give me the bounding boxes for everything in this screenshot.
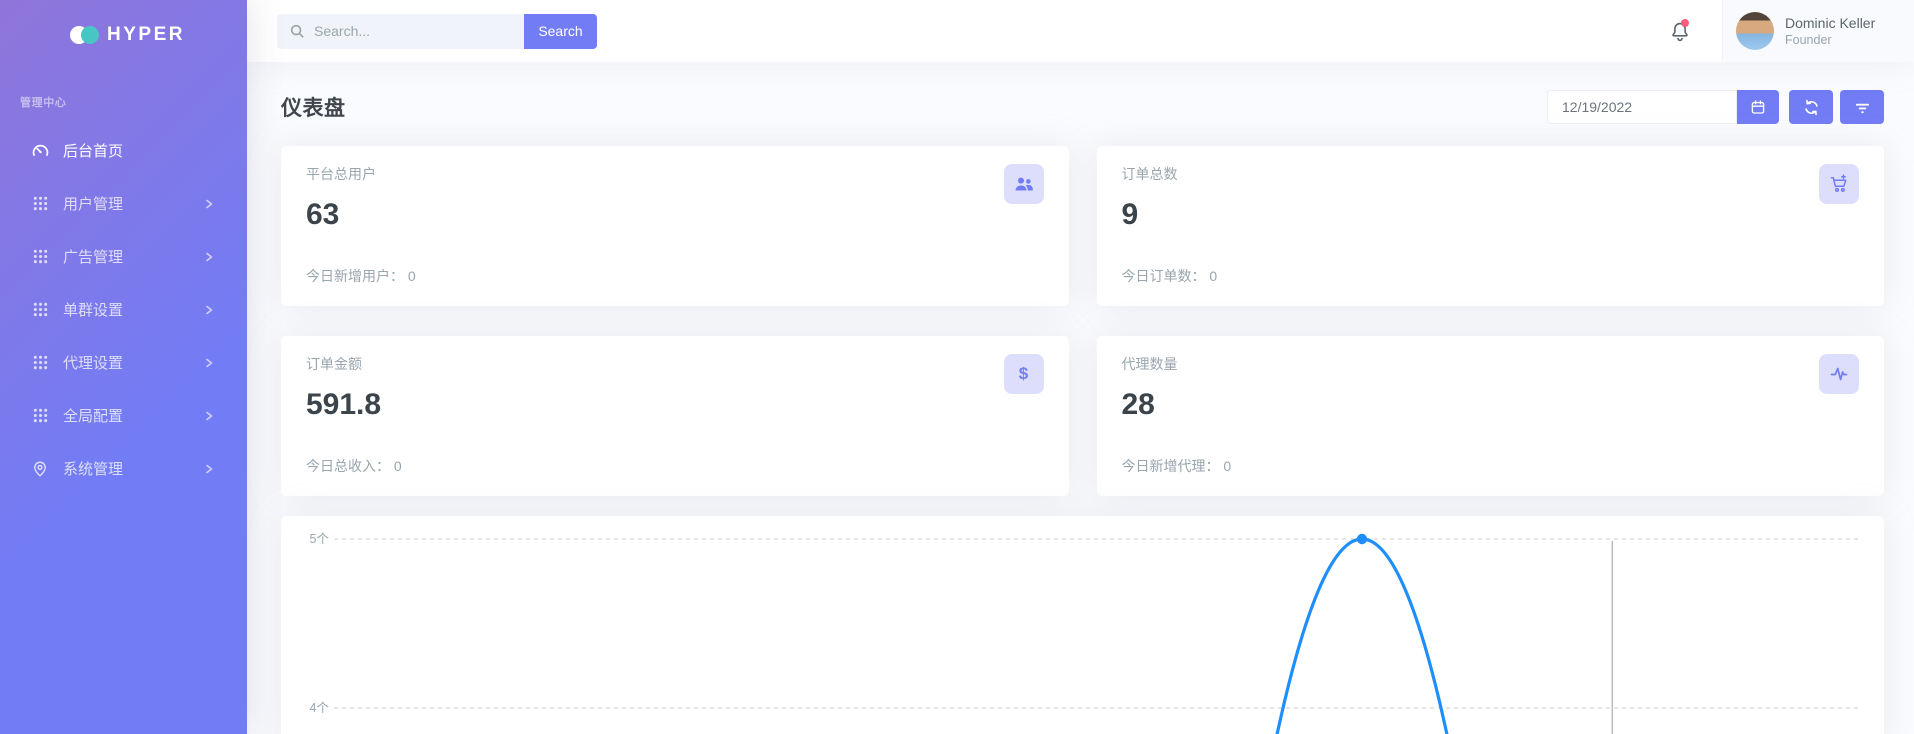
refresh-button[interactable] xyxy=(1789,90,1833,124)
stat-value: 9 xyxy=(1122,198,1860,232)
topbar: Search Dominic Keller Founder xyxy=(247,0,1914,62)
map-pin-icon xyxy=(30,460,50,478)
header-tools xyxy=(1547,90,1884,124)
stat-card-total-users: 平台总用户 63 今日新增用户： 0 xyxy=(281,146,1069,306)
apps-icon xyxy=(30,301,50,318)
brand-logo[interactable]: HYPER xyxy=(0,0,247,70)
filter-icon xyxy=(1855,100,1870,115)
filter-button[interactable] xyxy=(1840,90,1884,124)
search-input[interactable] xyxy=(314,23,494,39)
date-input[interactable] xyxy=(1547,90,1737,124)
pulse-icon xyxy=(1819,354,1859,394)
search-button[interactable]: Search xyxy=(524,14,597,49)
chevron-right-icon xyxy=(203,251,215,263)
chevron-right-icon xyxy=(203,463,215,475)
sidebar-item-label: 系统管理 xyxy=(63,458,123,479)
sidebar-item-system[interactable]: 系统管理 xyxy=(0,442,247,495)
user-profile[interactable]: Dominic Keller Founder xyxy=(1722,0,1914,62)
calendar-icon xyxy=(1750,99,1766,115)
stat-value: 591.8 xyxy=(306,388,1044,422)
y-tick-5: 5个 xyxy=(310,532,330,546)
y-tick-4: 4个 xyxy=(310,701,330,715)
sidebar-section-label: 管理中心 xyxy=(0,94,247,110)
order-line-chart: 5个 4个 xyxy=(281,516,1884,734)
sidebar-item-label: 代理设置 xyxy=(63,352,123,373)
stat-label: 订单总数 xyxy=(1122,164,1860,184)
stat-footer: 今日订单数： 0 xyxy=(1122,266,1860,286)
sidebar-item-label: 全局配置 xyxy=(63,405,123,426)
chart-peak-marker xyxy=(1357,534,1367,544)
sidebar-item-agents[interactable]: 代理设置 xyxy=(0,336,247,389)
page-header: 仪表盘 xyxy=(281,89,1884,125)
sidebar: HYPER 管理中心 后台首页 用户管理 xyxy=(0,0,247,734)
dashboard-icon xyxy=(30,141,50,160)
page-title: 仪表盘 xyxy=(281,92,346,122)
stat-value: 63 xyxy=(306,198,1044,232)
main-content: 仪表盘 xyxy=(247,62,1914,734)
stat-cards: 平台总用户 63 今日新增用户： 0 订单总数 9 今日订单数： 0 xyxy=(281,146,1884,496)
user-name: Dominic Keller xyxy=(1785,15,1875,33)
stat-card-order-amount: 订单金额 591.8 今日总收入： 0 $ xyxy=(281,336,1069,496)
line-chart-plot: 5个 4个 xyxy=(281,516,1884,734)
apps-icon xyxy=(30,354,50,371)
calendar-button[interactable] xyxy=(1737,90,1779,124)
stat-footer: 今日总收入： 0 xyxy=(306,456,1044,476)
stat-card-total-orders: 订单总数 9 今日订单数： 0 xyxy=(1097,146,1885,306)
chevron-right-icon xyxy=(203,304,215,316)
stat-card-agent-count: 代理数量 28 今日新增代理： 0 xyxy=(1097,336,1885,496)
sidebar-item-label: 用户管理 xyxy=(63,193,123,214)
search-icon xyxy=(289,23,305,39)
refresh-icon xyxy=(1803,99,1820,116)
brand-name: HYPER xyxy=(107,24,185,46)
search-box xyxy=(277,14,524,49)
dollar-glyph: $ xyxy=(1019,364,1028,384)
sidebar-item-users[interactable]: 用户管理 xyxy=(0,177,247,230)
stat-label: 平台总用户 xyxy=(306,164,1044,184)
users-icon xyxy=(1004,164,1044,204)
stat-label: 订单金额 xyxy=(306,354,1044,374)
stat-footer: 今日新增代理： 0 xyxy=(1122,456,1860,476)
dollar-icon: $ xyxy=(1004,354,1044,394)
apps-icon xyxy=(30,248,50,265)
apps-icon xyxy=(30,195,50,212)
sidebar-nav: 后台首页 用户管理 广告管 xyxy=(0,124,247,495)
chevron-right-icon xyxy=(203,198,215,210)
sidebar-item-home[interactable]: 后台首页 xyxy=(0,124,247,177)
date-picker-group xyxy=(1547,90,1779,124)
chevron-right-icon xyxy=(203,357,215,369)
user-role: Founder xyxy=(1785,33,1875,47)
chart-series-line xyxy=(1273,539,1450,734)
stat-value: 28 xyxy=(1122,388,1860,422)
avatar xyxy=(1736,12,1774,50)
chevron-right-icon xyxy=(203,410,215,422)
search-group: Search xyxy=(277,14,597,49)
sidebar-item-label: 广告管理 xyxy=(63,246,123,267)
sidebar-item-label: 单群设置 xyxy=(63,299,123,320)
sidebar-item-label: 后台首页 xyxy=(63,140,123,161)
notification-dot xyxy=(1681,19,1689,27)
sidebar-item-groups[interactable]: 单群设置 xyxy=(0,283,247,336)
cart-plus-icon xyxy=(1819,164,1859,204)
stat-footer: 今日新增用户： 0 xyxy=(306,266,1044,286)
sidebar-item-global-config[interactable]: 全局配置 xyxy=(0,389,247,442)
apps-icon xyxy=(30,407,50,424)
stat-label: 代理数量 xyxy=(1122,354,1860,374)
topbar-right: Dominic Keller Founder xyxy=(1668,0,1914,62)
brand-logo-icon xyxy=(70,25,100,45)
notification-bell[interactable] xyxy=(1668,19,1692,43)
sidebar-item-ads[interactable]: 广告管理 xyxy=(0,230,247,283)
